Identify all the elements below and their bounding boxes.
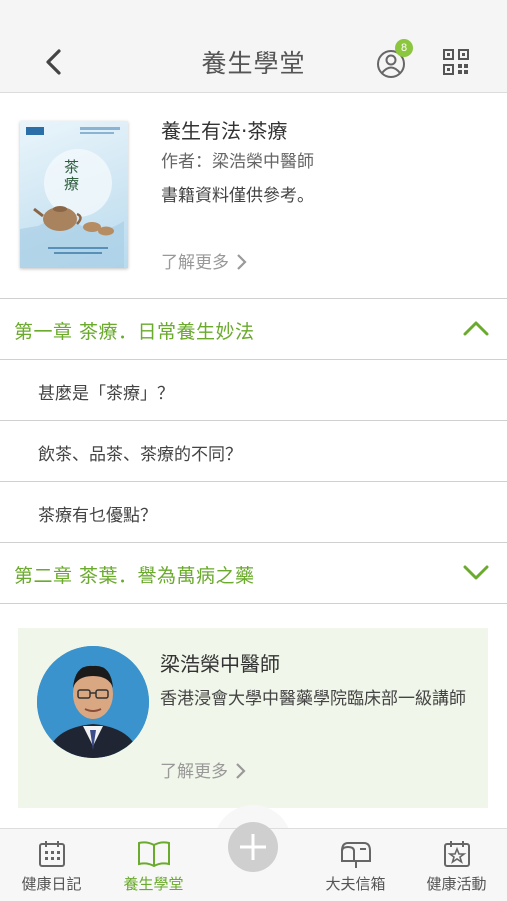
tab-doctor-mailbox[interactable]: 大夫信箱 <box>305 829 406 901</box>
tab-health-diary[interactable]: 健康日記 <box>1 829 102 901</box>
tab-label: 養生學堂 <box>123 875 184 893</box>
tab-label: 健康日記 <box>21 875 82 893</box>
book-cover-image[interactable]: 茶療 <box>20 121 128 268</box>
chapter-title: 第二章 茶葉．譽為萬病之藥 <box>14 565 255 587</box>
calendar-icon <box>39 841 65 867</box>
doctor-avatar[interactable] <box>37 646 149 758</box>
chapter-1-header[interactable]: 第一章 茶療．日常養生妙法 <box>0 298 507 359</box>
chapter-2-header[interactable]: 第二章 茶葉．譽為萬病之藥 <box>0 542 507 604</box>
qr-code-icon <box>443 49 469 75</box>
chapter-1-item-1[interactable]: 甚麼是「茶療」？ <box>0 359 507 420</box>
list-item-label: 飲茶、品茶、茶療的不同？ <box>38 445 242 465</box>
chevron-down-icon <box>463 565 489 580</box>
page-title: 養生學堂 <box>201 49 306 78</box>
list-item-label: 茶療有乜優點？ <box>38 506 157 526</box>
book-author: 作者：梁浩榮中醫師 <box>161 152 314 172</box>
learn-more-label: 了解更多 <box>160 762 228 782</box>
doctor-position: 香港浸會大學中醫藥學院臨床部一級講師 <box>160 689 466 709</box>
plus-icon <box>240 834 266 860</box>
profile-button[interactable]: 8 <box>374 39 413 82</box>
mailbox-icon <box>341 842 371 868</box>
doctor-profile-card: 梁浩榮中醫師 香港浸會大學中醫藥學院臨床部一級講師 了解更多 <box>18 628 488 808</box>
tab-health-events[interactable]: 健康活動 <box>406 829 507 901</box>
doctor-portrait <box>37 646 149 758</box>
book-info-section: 茶療 養生有法·茶療 作者：梁浩榮中醫師 書籍資料僅供參考。 了解更多 <box>0 93 507 298</box>
book-title: 養生有法·茶療 <box>161 119 288 143</box>
tab-label: 健康活動 <box>426 875 487 893</box>
add-button[interactable] <box>228 822 278 872</box>
open-book-icon <box>138 841 170 868</box>
doctor-learn-more-link[interactable]: 了解更多 <box>160 757 248 782</box>
event-star-icon <box>444 841 470 867</box>
chevron-right-icon <box>237 254 247 270</box>
list-item-label: 甚麼是「茶療」？ <box>38 384 174 404</box>
learn-more-label: 了解更多 <box>161 253 229 273</box>
doctor-name: 梁浩榮中醫師 <box>160 652 280 676</box>
qr-code-button[interactable] <box>442 48 470 78</box>
top-nav-bar: 養生學堂 8 <box>0 0 507 93</box>
chapter-title: 第一章 茶療．日常養生妙法 <box>14 321 255 343</box>
chevron-right-icon <box>236 763 246 779</box>
chapter-1-item-2[interactable]: 飲茶、品茶、茶療的不同？ <box>0 420 507 481</box>
chevron-up-icon <box>463 321 489 336</box>
book-learn-more-link[interactable]: 了解更多 <box>161 248 249 273</box>
tab-label: 大夫信箱 <box>325 875 386 893</box>
teapot-illustration <box>20 127 124 268</box>
chapter-1-item-3[interactable]: 茶療有乜優點？ <box>0 481 507 542</box>
notification-badge: 8 <box>395 39 413 57</box>
tab-health-school[interactable]: 養生學堂 <box>103 829 204 901</box>
cover-title-text: 茶療 <box>64 158 80 193</box>
book-disclaimer: 書籍資料僅供參考。 <box>161 186 314 206</box>
